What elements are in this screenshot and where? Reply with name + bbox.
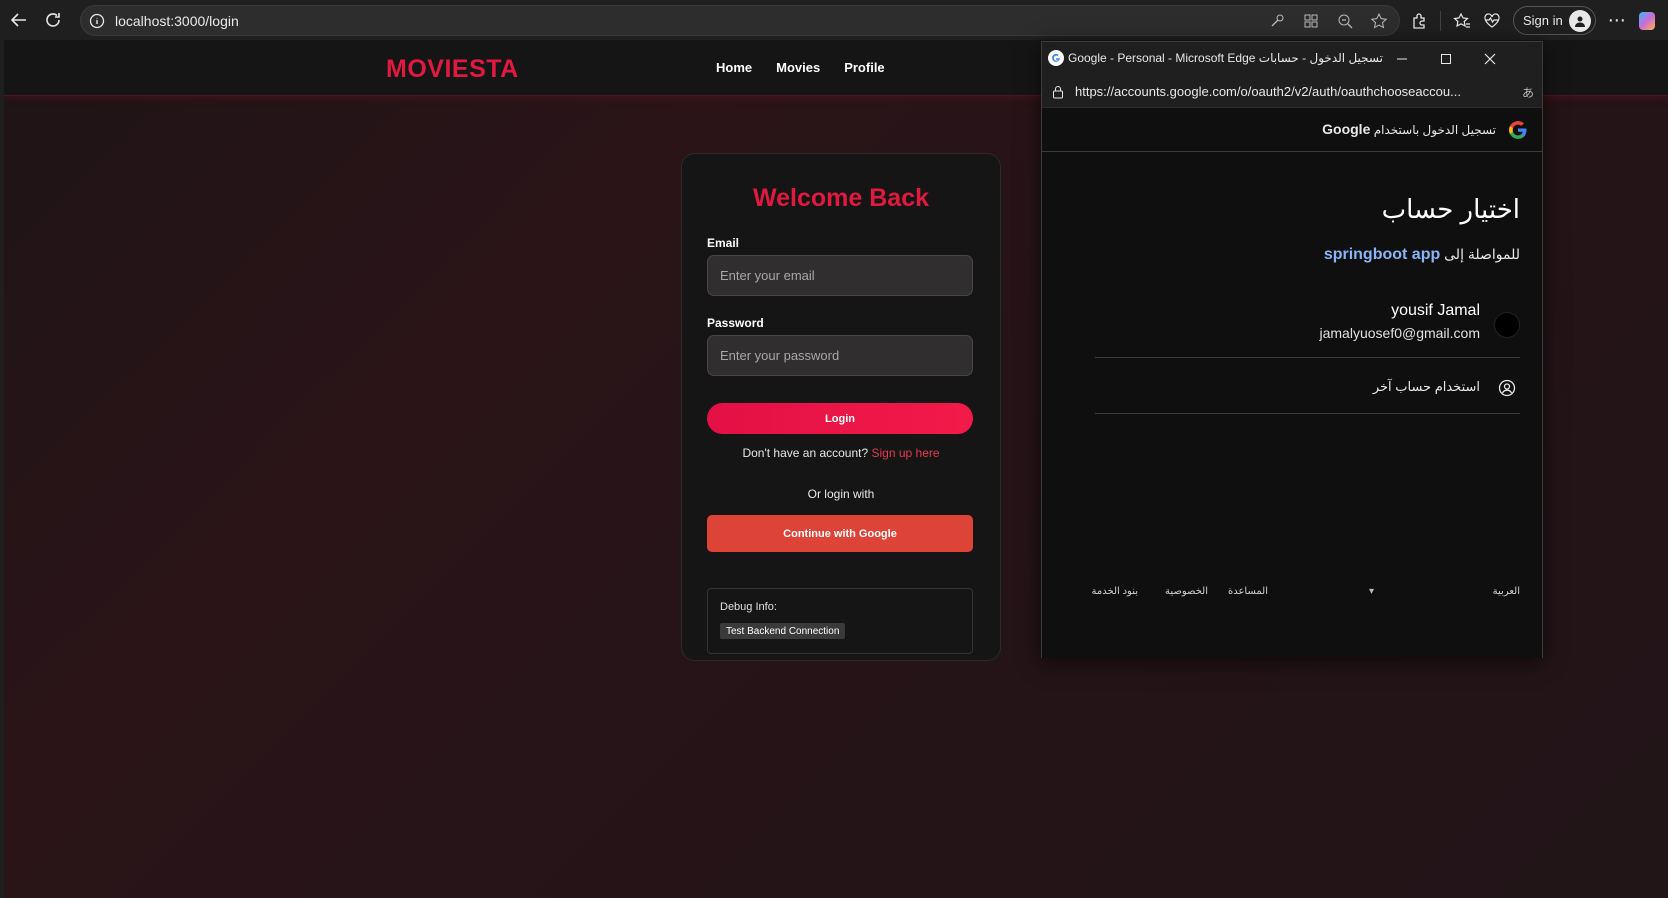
favorite-star-icon[interactable] [1369,11,1389,31]
privacy-link[interactable]: الخصوصية [1165,586,1208,597]
language-select[interactable]: العربية [1493,586,1520,597]
back-arrow-icon[interactable] [7,8,31,32]
close-icon[interactable] [1478,47,1502,71]
popup-footer: العربية ▾ المساعدة الخصوصية بنود الخدمة [1042,582,1542,606]
password-field[interactable] [707,335,973,376]
nav-link-movies[interactable]: Movies [776,60,820,75]
copilot-icon[interactable] [1638,11,1655,30]
google-favicon-icon [1048,50,1064,66]
popup-titlebar: Google - Personal - Microsoft Edge تسجيل… [1042,42,1542,76]
google-signin-popup: Google - Personal - Microsoft Edge تسجيل… [1041,41,1543,658]
refresh-icon[interactable] [41,8,65,32]
account-email: jamalyuosef0@gmail.com [1319,325,1481,341]
account-option[interactable]: yousif Jamal jamalyuosef0@gmail.com [1095,300,1520,358]
or-login-text: Or login with [807,487,875,501]
toolbar-divider [1440,10,1441,31]
signin-with-google-text: تسجيل الدخول باستخدام Google [1322,121,1496,137]
account-avatar [1494,312,1520,338]
login-card: Welcome Back Email Password Login Don't … [681,153,1001,661]
site-logo[interactable]: MOVIESTA [386,55,519,84]
google-account-chooser: تسجيل الدخول باستخدام Google اختيار حساب… [1042,108,1542,658]
google-wordmark: Google [1322,121,1371,137]
favorites-icon[interactable] [1453,12,1471,30]
health-icon[interactable] [1483,12,1501,30]
google-logo-icon [1508,120,1528,140]
popup-url: https://accounts.google.com/o/oauth2/v2/… [1075,84,1461,99]
extensions-icon[interactable] [1410,12,1428,30]
signup-prompt-text: Don't have an account? [742,446,869,460]
nav-link-profile[interactable]: Profile [844,60,884,75]
account-name: yousif Jamal [1391,302,1480,319]
test-backend-button[interactable]: Test Backend Connection [720,623,846,639]
address-bar[interactable]: localhost:3000/login [80,5,1400,36]
key-icon[interactable] [1267,11,1287,31]
app-name-link[interactable]: springboot app [1324,246,1440,263]
help-link[interactable]: المساعدة [1228,586,1268,597]
debug-panel: Debug Info: Test Backend Connection [707,588,973,654]
signin-with-prefix: تسجيل الدخول باستخدام [1373,123,1496,137]
signup-prompt: Don't have an account? Sign up here [682,446,1000,460]
browser-toolbar: localhost:3000/login Sign in ⋯ [0,0,1668,40]
chevron-down-icon[interactable]: ▾ [1369,586,1374,597]
info-icon[interactable] [89,13,105,29]
email-label: Email [707,236,740,250]
lock-icon [1051,85,1065,99]
terms-link[interactable]: بنود الخدمة [1092,586,1138,597]
password-label: Password [707,316,764,330]
more-options-icon[interactable]: ⋯ [1608,10,1627,31]
use-another-account-option[interactable]: استخدام حساب آخر [1095,364,1520,414]
zoom-out-icon[interactable] [1335,11,1355,31]
sign-in-label: Sign in [1523,13,1563,28]
minimize-icon[interactable] [1390,47,1414,71]
debug-title: Debug Info: [720,601,777,613]
address-url: localhost:3000/login [115,12,239,29]
choose-account-title: اختيار حساب [1381,194,1520,224]
sign-in-button[interactable]: Sign in [1513,6,1596,35]
translate-icon[interactable]: あ [1522,84,1534,101]
maximize-icon[interactable] [1434,47,1458,71]
signup-link[interactable]: Sign up here [872,446,940,460]
google-login-button[interactable]: Continue with Google [707,515,973,552]
continue-to-text: للمواصلة إلى springboot app [1324,246,1520,264]
popup-address-bar[interactable]: https://accounts.google.com/o/oauth2/v2/… [1042,76,1542,108]
profile-avatar-icon [1568,9,1591,32]
user-circle-icon [1498,379,1516,397]
use-another-account-label: استخدام حساب آخر [1372,379,1480,394]
email-field[interactable] [707,255,973,296]
nav-link-home[interactable]: Home [716,60,752,75]
login-title: Welcome Back [752,184,929,212]
popup-window-title: Google - Personal - Microsoft Edge تسجيل… [1068,51,1383,65]
popup-header: تسجيل الدخول باستخدام Google [1042,108,1542,152]
apps-icon[interactable] [1301,11,1321,31]
login-button[interactable]: Login [707,403,973,434]
continue-prefix: للمواصلة إلى [1444,246,1520,262]
nav-links: Home Movies Profile [716,60,885,75]
